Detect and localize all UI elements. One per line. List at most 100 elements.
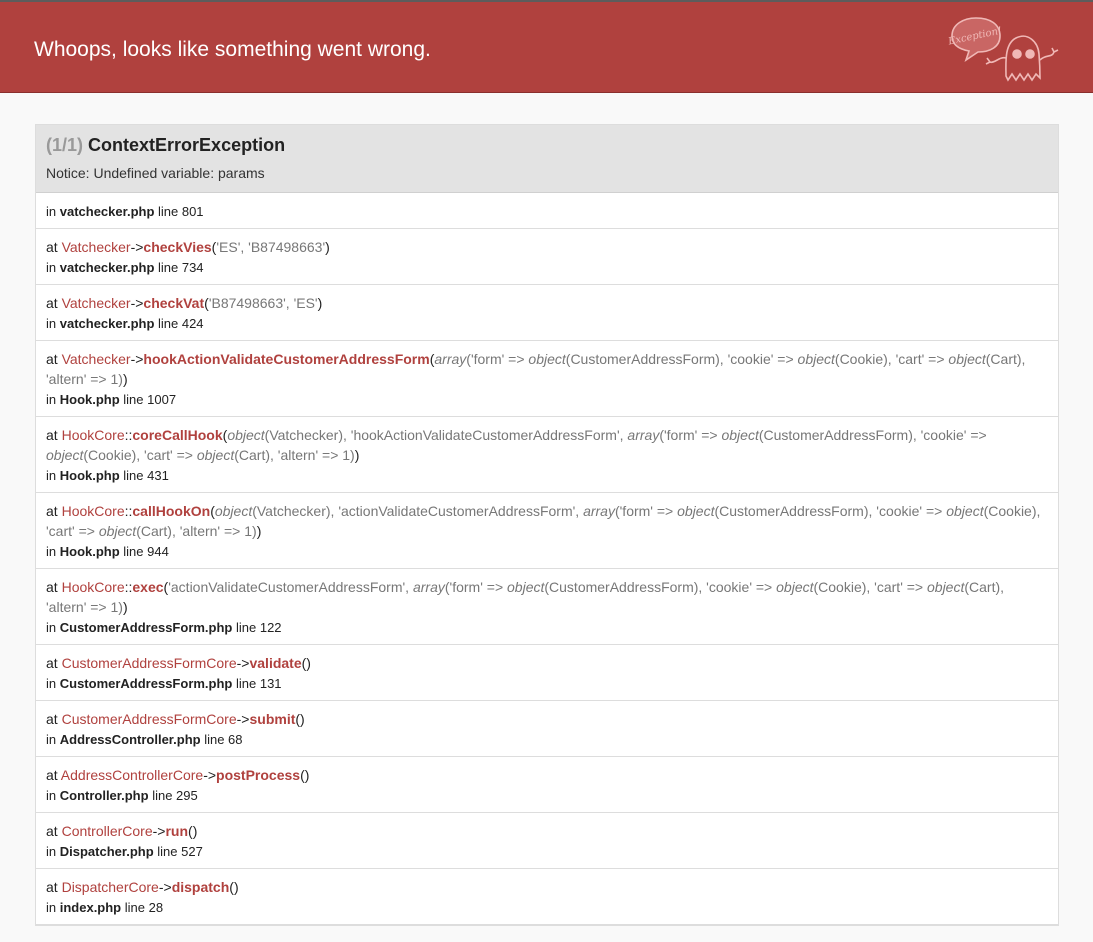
trace-line: line 68 bbox=[200, 732, 243, 747]
call-separator: -> bbox=[158, 879, 172, 895]
at-label: at bbox=[46, 767, 61, 783]
trace-function: exec bbox=[132, 579, 164, 595]
trace-file: Hook.php bbox=[59, 544, 120, 559]
trace-arg: object bbox=[948, 351, 986, 367]
trace-function: hookActionValidateCustomerAddressForm bbox=[143, 351, 430, 367]
trace-arg: object bbox=[946, 503, 984, 519]
trace-location: in Controller.php line 295 bbox=[46, 786, 1048, 806]
at-label: at bbox=[46, 579, 62, 595]
trace-file: index.php bbox=[59, 900, 122, 915]
trace-arg: object bbox=[927, 579, 965, 595]
trace-arg: (Vatchecker), 'hookActionValidateCustome… bbox=[264, 427, 628, 443]
trace-arg: array bbox=[583, 503, 615, 519]
trace-class: DispatcherCore bbox=[61, 879, 159, 895]
trace-frame: at AddressControllerCore->postProcess() i… bbox=[36, 757, 1058, 813]
trace-file: Hook.php bbox=[59, 468, 120, 483]
trace-frame: at CustomerAddressFormCore->validate() in… bbox=[36, 645, 1058, 701]
trace-class: Vatchecker bbox=[61, 239, 131, 255]
close-paren: ) bbox=[325, 239, 330, 255]
trace-line: line 424 bbox=[154, 316, 204, 331]
trace-location: in Hook.php line 944 bbox=[46, 542, 1048, 562]
trace-line: line 734 bbox=[154, 260, 204, 275]
trace-call: at Vatchecker->checkVies('ES', 'B8749866… bbox=[46, 237, 1048, 257]
trace-arg: (CustomerAddressForm), 'cookie' => bbox=[544, 579, 777, 595]
trace-function: validate bbox=[249, 655, 302, 671]
trace-frame: at HookCore::exec('actionValidateCustome… bbox=[36, 569, 1058, 645]
trace-call: at HookCore::coreCallHook(object(Vatchec… bbox=[46, 425, 1048, 465]
close-paren: ) bbox=[306, 655, 311, 671]
in-label: in bbox=[46, 316, 60, 331]
trace-class: CustomerAddressFormCore bbox=[61, 655, 237, 671]
trace-function: callHookOn bbox=[132, 503, 211, 519]
call-separator: -> bbox=[152, 823, 166, 839]
call-separator: -> bbox=[130, 239, 144, 255]
trace-location: in Dispatcher.php line 527 bbox=[46, 842, 1048, 862]
trace-location: in AddressController.php line 68 bbox=[46, 730, 1048, 750]
trace-line: line 527 bbox=[153, 844, 203, 859]
at-label: at bbox=[46, 427, 62, 443]
call-separator: -> bbox=[236, 711, 250, 727]
error-header: Whoops, looks like something went wrong.… bbox=[0, 2, 1093, 93]
trace-line: line 295 bbox=[148, 788, 198, 803]
trace-arg: object bbox=[214, 503, 253, 519]
trace-line: line 1007 bbox=[119, 392, 177, 407]
trace-function: dispatch bbox=[171, 879, 230, 895]
in-label: in bbox=[46, 392, 60, 407]
trace-location: in Hook.php line 1007 bbox=[46, 390, 1048, 410]
close-paren: ) bbox=[122, 599, 128, 615]
trace-class: ControllerCore bbox=[61, 823, 153, 839]
close-paren: ) bbox=[304, 767, 310, 783]
trace-location: in vatchecker.php line 424 bbox=[46, 314, 1048, 334]
trace-arg: object bbox=[507, 579, 545, 595]
trace-file: Dispatcher.php bbox=[59, 844, 154, 859]
trace-file: vatchecker.php bbox=[59, 204, 155, 219]
call-separator: -> bbox=[130, 295, 144, 311]
trace-frame: at ControllerCore->run() in Dispatcher.ph… bbox=[36, 813, 1058, 869]
exception-ghost-logo: Exception! bbox=[946, 17, 1059, 82]
trace-frame: at CustomerAddressFormCore->submit() in A… bbox=[36, 701, 1058, 757]
trace-class: HookCore bbox=[61, 503, 125, 519]
trace-arg: array bbox=[412, 579, 445, 595]
trace-call: at HookCore::exec('actionValidateCustome… bbox=[46, 577, 1048, 617]
close-paren: ) bbox=[192, 823, 198, 839]
trace-arg: 'actionValidateCustomerAddressForm', bbox=[168, 579, 413, 595]
trace-file: vatchecker.php bbox=[59, 260, 155, 275]
trace-arg: object bbox=[528, 351, 566, 367]
exception-heading: (1/1) ContextErrorException Notice: Unde… bbox=[36, 125, 1058, 193]
trace-line: line 122 bbox=[232, 620, 282, 635]
trace-class: AddressControllerCore bbox=[60, 767, 204, 783]
trace-function: postProcess bbox=[216, 767, 301, 783]
exception-count: (1/1) bbox=[46, 135, 84, 155]
at-label: at bbox=[46, 655, 62, 671]
trace-class: HookCore bbox=[61, 427, 125, 443]
trace-file: CustomerAddressForm.php bbox=[59, 620, 233, 635]
trace-frame: in vatchecker.php line 801 bbox=[36, 193, 1058, 229]
trace-file: Hook.php bbox=[59, 392, 120, 407]
in-label: in bbox=[46, 844, 60, 859]
trace-file: Controller.php bbox=[59, 788, 149, 803]
trace-call: at AddressControllerCore->postProcess() bbox=[46, 765, 1048, 785]
call-separator: -> bbox=[203, 767, 217, 783]
exception-panel: (1/1) ContextErrorException Notice: Unde… bbox=[35, 124, 1059, 926]
trace-call: at HookCore::callHookOn(object(Vatchecke… bbox=[46, 501, 1048, 541]
in-label: in bbox=[46, 676, 60, 691]
trace-arg: ('form' => bbox=[466, 351, 529, 367]
call-separator: -> bbox=[130, 351, 144, 367]
call-separator: -> bbox=[236, 655, 250, 671]
exception-class: ContextErrorException bbox=[88, 135, 286, 155]
at-label: at bbox=[46, 823, 62, 839]
close-paren: ) bbox=[354, 447, 360, 463]
close-paren: ) bbox=[256, 523, 262, 539]
trace-location: in CustomerAddressForm.php line 122 bbox=[46, 618, 1048, 638]
trace-arg: (CustomerAddressForm), 'cookie' => bbox=[714, 503, 947, 519]
trace-frame: at Vatchecker->checkVies('ES', 'B8749866… bbox=[36, 229, 1058, 285]
trace-class: HookCore bbox=[61, 579, 125, 595]
at-label: at bbox=[46, 295, 62, 311]
close-paren: ) bbox=[300, 711, 305, 727]
trace-arg: ('form' => bbox=[444, 579, 508, 595]
trace-arg: (CustomerAddressForm), 'cookie' => bbox=[565, 351, 798, 367]
trace-call: at ControllerCore->run() bbox=[46, 821, 1048, 841]
trace-class: CustomerAddressFormCore bbox=[61, 711, 237, 727]
exception-title: (1/1) ContextErrorException bbox=[46, 135, 1048, 156]
trace-function: checkVies bbox=[143, 239, 212, 255]
